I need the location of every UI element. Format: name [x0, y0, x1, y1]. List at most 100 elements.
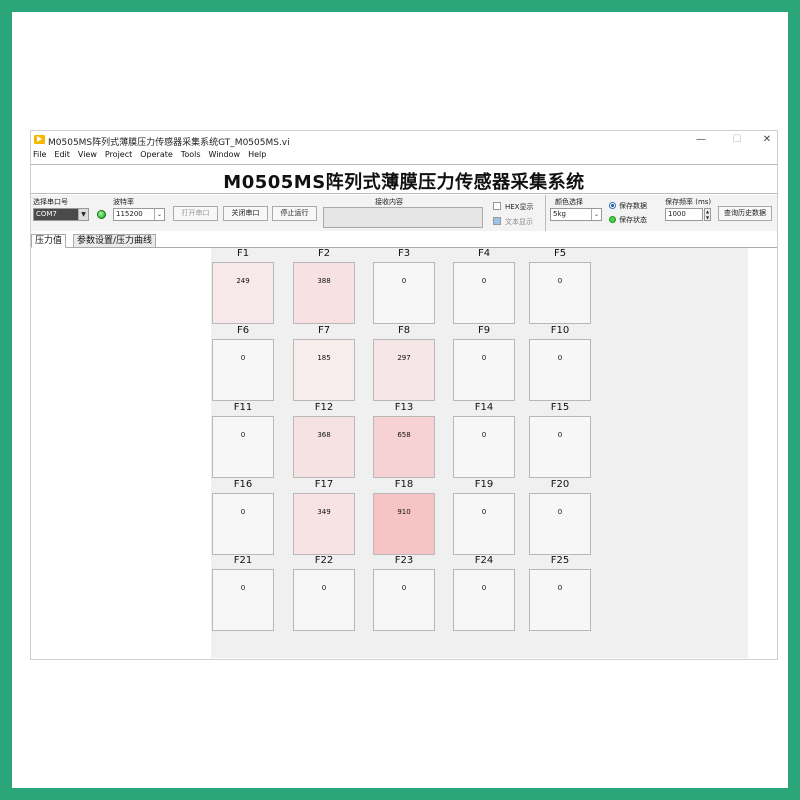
sensor-label: F8 — [397, 325, 411, 336]
sensor-value: 0 — [321, 584, 327, 592]
sensor-label: F15 — [550, 402, 570, 413]
sensor-value: 0 — [401, 277, 407, 285]
sensor-label: F5 — [553, 248, 567, 259]
maximize-button[interactable]: ☐ — [727, 133, 747, 147]
sensor-value: 0 — [240, 584, 246, 592]
sensor-label: F1 — [236, 248, 250, 259]
sensor-value: 0 — [481, 508, 487, 516]
sensor-label: F24 — [474, 555, 494, 566]
text-display-label: 文本显示 — [505, 218, 533, 226]
receive-label: 接收内容 — [375, 198, 403, 206]
sensor-cell: 910 — [373, 493, 435, 555]
sensor-label: F11 — [233, 402, 253, 413]
sensor-cell: 0 — [453, 416, 515, 478]
sensor-cell: 249 — [212, 262, 274, 324]
menu-bar: File Edit View Project Operate Tools Win… — [31, 150, 266, 163]
chevron-down-icon: ⌄ — [591, 209, 601, 220]
close-button[interactable]: ✕ — [757, 133, 777, 147]
sensor-cell: 349 — [293, 493, 355, 555]
sensor-cell: 0 — [453, 339, 515, 401]
menu-edit[interactable]: Edit — [54, 150, 70, 163]
baud-select[interactable]: 115200 ⌄ — [113, 208, 165, 221]
hex-display-label: HEX显示 — [505, 203, 534, 211]
sensor-cell: 0 — [529, 493, 591, 555]
sensor-label: F3 — [397, 248, 411, 259]
sensor-label: F14 — [474, 402, 494, 413]
sensor-label: F21 — [233, 555, 253, 566]
save-freq-stepper[interactable]: ▲ ▼ — [704, 208, 711, 221]
open-port-button[interactable]: 打开串口 — [173, 206, 218, 221]
sensor-cell: 0 — [529, 569, 591, 631]
sensor-value: 0 — [481, 354, 487, 362]
tab-pressure-values[interactable]: 压力值 — [31, 234, 67, 248]
sensor-value: 0 — [557, 508, 563, 516]
sensor-label: F17 — [314, 479, 334, 490]
menu-project[interactable]: Project — [105, 150, 132, 163]
sensor-value: 910 — [397, 508, 411, 516]
sensor-cell: 0 — [212, 339, 274, 401]
menu-operate[interactable]: Operate — [140, 150, 173, 163]
port-value: COM7 — [36, 210, 57, 218]
sensor-value: 0 — [557, 277, 563, 285]
sensor-label: F23 — [394, 555, 414, 566]
window-title: M0505MS阵列式薄膜压力传感器采集系统GT_M0505MS.vi — [48, 138, 290, 148]
color-select[interactable]: 5kg ⌄ — [550, 208, 602, 221]
baud-label: 波特率 — [113, 198, 134, 206]
sensor-value: 0 — [481, 584, 487, 592]
sensor-value: 0 — [557, 431, 563, 439]
save-freq-label: 保存频率 (ms) — [665, 198, 712, 206]
minimize-button[interactable]: — — [691, 133, 711, 147]
sensor-label: F20 — [550, 479, 570, 490]
sensor-cell: 388 — [293, 262, 355, 324]
sensor-value: 388 — [317, 277, 331, 285]
sensor-cell: 0 — [529, 262, 591, 324]
port-select[interactable]: COM7 ▼ — [33, 208, 89, 221]
sensor-label: F2 — [317, 248, 331, 259]
sensor-label: F25 — [550, 555, 570, 566]
sensor-value: 0 — [240, 354, 246, 362]
sensor-cell: 0 — [293, 569, 355, 631]
sensor-value: 349 — [317, 508, 331, 516]
sensor-label: F18 — [394, 479, 414, 490]
hex-display-checkbox[interactable] — [493, 202, 501, 210]
menu-help[interactable]: Help — [248, 150, 266, 163]
sensor-label: F22 — [314, 555, 334, 566]
sensor-value: 658 — [397, 431, 411, 439]
query-history-button[interactable]: 查询历史数据 — [718, 206, 772, 221]
sensor-cell: 0 — [453, 493, 515, 555]
save-freq-value: 1000 — [668, 210, 686, 218]
receive-content-box[interactable] — [323, 207, 483, 228]
pressure-grid-panel: F1 249 F2 388 F3 0 F4 0 F5 0 F6 0 F7 185 F8 297 F9 0 F10 0 F… — [211, 248, 748, 658]
tab-params-curve[interactable]: 参数设置/压力曲线 — [73, 234, 157, 248]
app-window: M0505MS阵列式薄膜压力传感器采集系统GT_M0505MS.vi — ☐ ✕… — [30, 130, 778, 660]
divider — [545, 195, 546, 231]
menu-view[interactable]: View — [78, 150, 97, 163]
sensor-label: F13 — [394, 402, 414, 413]
close-port-button[interactable]: 关闭串口 — [223, 206, 268, 221]
save-status-label: 保存状态 — [619, 216, 647, 224]
save-data-radio[interactable] — [609, 202, 616, 209]
baud-value: 115200 — [116, 210, 143, 218]
sensor-cell: 368 — [293, 416, 355, 478]
header-banner: M0505MS阵列式薄膜压力传感器采集系统 — [31, 164, 777, 194]
menu-tools[interactable]: Tools — [181, 150, 201, 163]
save-freq-input[interactable]: 1000 — [665, 208, 703, 221]
sensor-cell: 658 — [373, 416, 435, 478]
sensor-value: 0 — [240, 431, 246, 439]
sensor-value: 185 — [317, 354, 331, 362]
sensor-cell: 0 — [453, 569, 515, 631]
sensor-cell: 0 — [529, 416, 591, 478]
stop-run-button[interactable]: 停止运行 — [272, 206, 317, 221]
sensor-label: F7 — [317, 325, 331, 336]
sensor-cell: 297 — [373, 339, 435, 401]
sensor-label: F9 — [477, 325, 491, 336]
status-led-icon — [97, 210, 106, 219]
save-status-indicator — [609, 216, 616, 223]
menu-window[interactable]: Window — [209, 150, 241, 163]
sensor-value: 0 — [481, 277, 487, 285]
text-display-checkbox[interactable] — [493, 217, 501, 225]
sensor-cell: 0 — [212, 493, 274, 555]
menu-file[interactable]: File — [33, 150, 46, 163]
sensor-value: 0 — [240, 508, 246, 516]
sensor-cell: 185 — [293, 339, 355, 401]
